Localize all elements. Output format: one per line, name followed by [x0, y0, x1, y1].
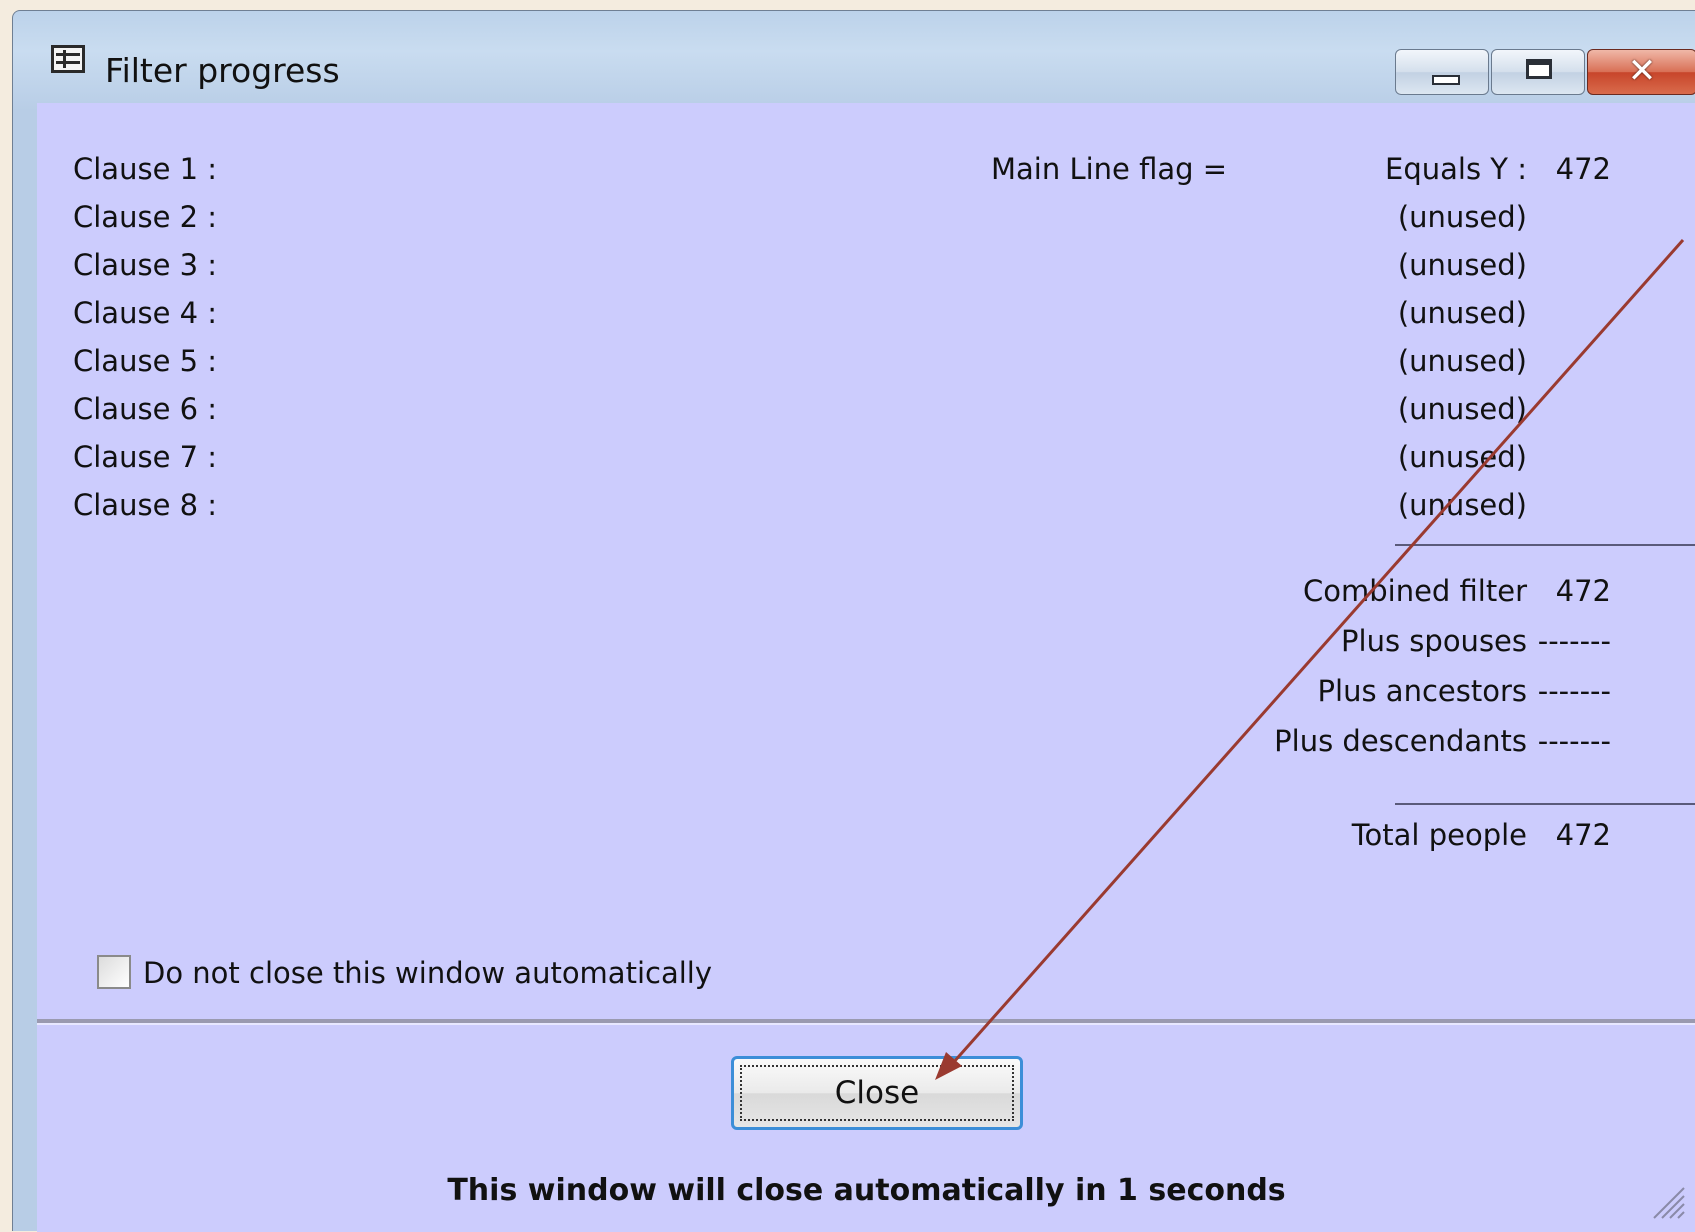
maximize-button[interactable]	[1491, 49, 1585, 95]
clause-value: (unused)	[1397, 392, 1527, 426]
plus-descendants-label: Plus descendants	[1274, 724, 1527, 758]
do-not-close-checkbox[interactable]	[97, 955, 131, 989]
plus-spouses-value: -------	[1537, 624, 1611, 658]
clause-label: Clause 3 :	[73, 248, 218, 282]
plus-ancestors-value: -------	[1537, 674, 1611, 708]
clause-label: Clause 5 :	[73, 344, 218, 378]
close-button-label: Close	[834, 1075, 920, 1111]
total-people-label: Total people	[1351, 818, 1527, 852]
resize-grip-icon[interactable]	[1646, 1180, 1686, 1220]
clause-label: Clause 4 :	[73, 296, 218, 330]
clause-count: 472	[1555, 152, 1611, 186]
total-people-value: 472	[1555, 818, 1611, 852]
window-title: Filter progress	[105, 51, 340, 90]
clause-label: Clause 1 :	[73, 152, 218, 186]
clause-label: Clause 2 :	[73, 200, 218, 234]
filter-progress-window: Filter progress ✕ Clause 1 : Main Line f…	[12, 10, 1695, 1232]
clause-value: (unused)	[1397, 488, 1527, 522]
clause-value: (unused)	[1397, 344, 1527, 378]
combined-filter-value: 472	[1555, 574, 1611, 608]
clause-value: (unused)	[1397, 296, 1527, 330]
auto-close-message: This window will close automatically in …	[447, 1173, 1286, 1208]
clause-field: Main Line flag =	[991, 152, 1228, 186]
clause-value: (unused)	[1397, 200, 1527, 234]
footer-separator	[37, 1019, 1695, 1025]
clause-value: (unused)	[1397, 248, 1527, 282]
plus-spouses-label: Plus spouses	[1341, 624, 1527, 658]
clause-label: Clause 8 :	[73, 488, 218, 522]
summary-divider	[1395, 544, 1695, 546]
minimize-button[interactable]	[1395, 49, 1489, 95]
do-not-close-label[interactable]: Do not close this window automatically	[143, 953, 712, 993]
clause-label: Clause 6 :	[73, 392, 218, 426]
dialog-body: Clause 1 : Main Line flag = Equals Y : 4…	[37, 103, 1695, 1232]
clause-label: Clause 7 :	[73, 440, 218, 474]
close-button[interactable]: Close	[731, 1056, 1023, 1130]
maximize-icon	[1526, 59, 1552, 79]
title-bar[interactable]: Filter progress ✕	[13, 11, 1695, 103]
filter-window-icon	[51, 45, 85, 73]
close-icon: ✕	[1627, 51, 1657, 91]
combined-filter-label: Combined filter	[1302, 574, 1527, 608]
total-divider	[1395, 803, 1695, 805]
minimize-icon	[1432, 75, 1460, 85]
window-close-button[interactable]: ✕	[1587, 49, 1695, 95]
clause-value: Equals Y :	[1385, 152, 1527, 186]
plus-ancestors-label: Plus ancestors	[1317, 674, 1527, 708]
clause-value: (unused)	[1397, 440, 1527, 474]
plus-descendants-value: -------	[1537, 724, 1611, 758]
